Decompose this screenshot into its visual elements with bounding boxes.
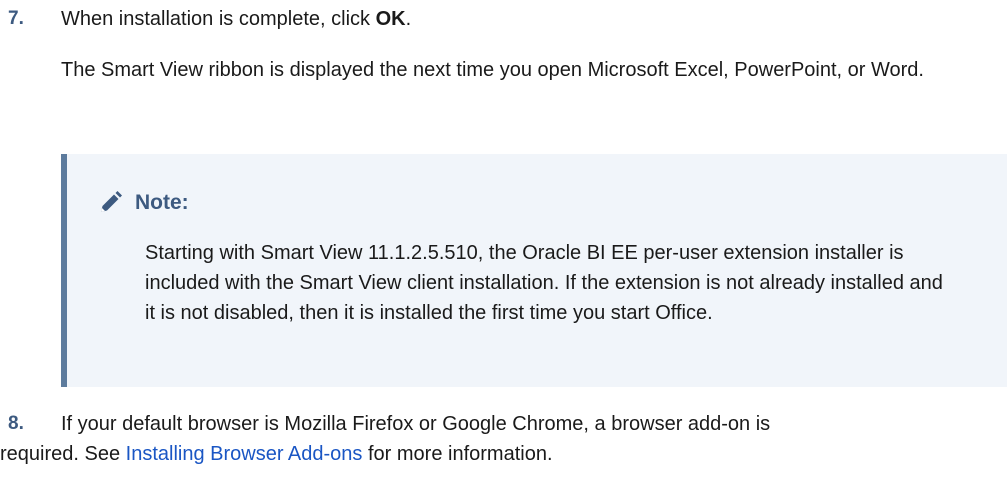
ok-label: OK (375, 8, 406, 30)
instruction-text: When installation is complete, click (61, 8, 376, 30)
installing-browser-addons-link[interactable]: Installing Browser Add-ons (126, 443, 363, 465)
step-number: 7. (8, 8, 24, 29)
line2-prefix: required. See (0, 443, 126, 465)
step-number: 8. (8, 413, 24, 434)
step-instruction: When installation is complete, click OK. (61, 4, 997, 34)
step-body: When installation is complete, click OK.… (61, 4, 997, 85)
step-instruction-line1: If your default browser is Mozilla Firef… (61, 413, 771, 435)
note-title: Note: (135, 191, 189, 214)
note-text: Starting with Smart View 11.1.2.5.510, t… (145, 242, 943, 324)
note-header: Note: (97, 188, 189, 218)
instruction-punct: . (405, 8, 412, 30)
line2-suffix: for more information. (362, 443, 553, 465)
step-body: If your default browser is Mozilla Firef… (0, 409, 997, 465)
pencil-icon (97, 190, 123, 216)
step-result-paragraph: The Smart View ribbon is displayed the n… (61, 59, 924, 81)
note-box: Note: Starting with Smart View 11.1.2.5.… (61, 154, 1007, 387)
step-instruction-line2: required. See Installing Browser Add-ons… (0, 439, 553, 469)
